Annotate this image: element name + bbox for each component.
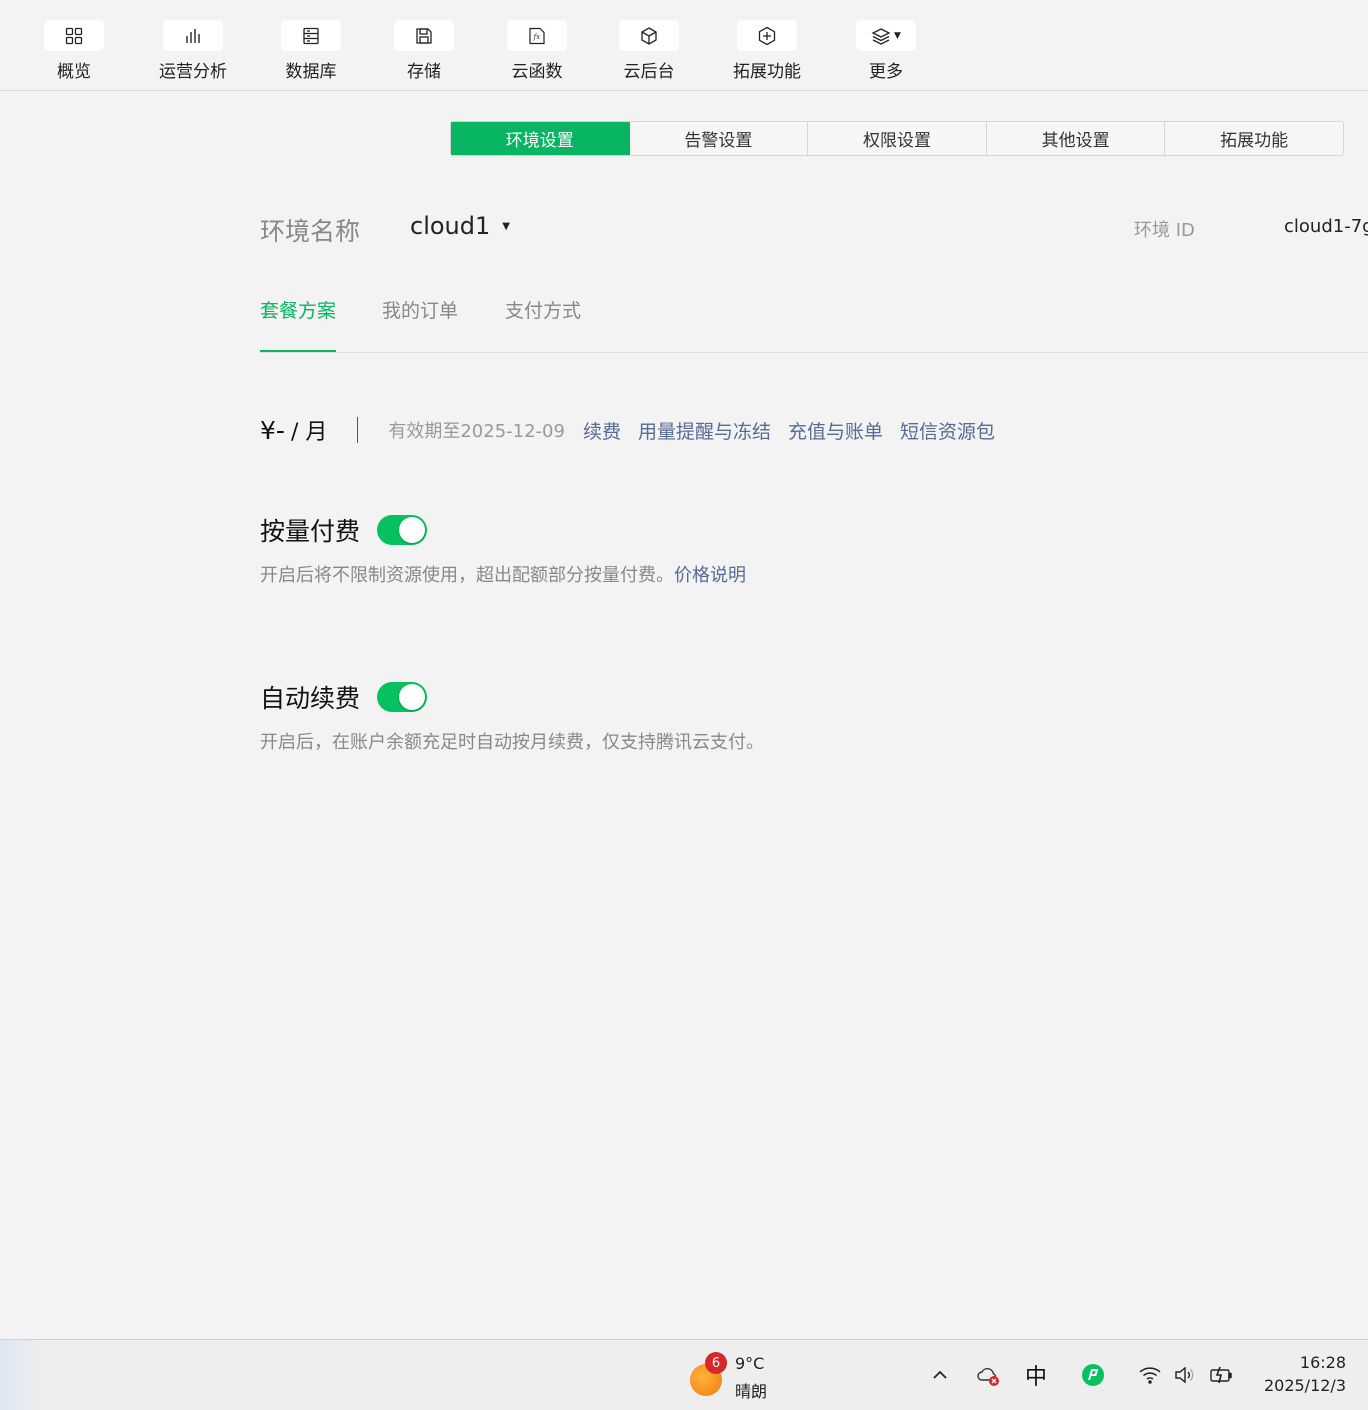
taskbar: 6 9°C 晴朗 中 16:28 2025/12/3 [0,1339,1368,1410]
tab-environment-settings[interactable]: 环境设置 [451,122,630,155]
wifi-icon[interactable] [1136,1360,1164,1390]
toolbar-database[interactable]: 数据库 [261,20,361,82]
pay-as-you-go-title: 按量付费 [260,517,361,546]
subtab-plan[interactable]: 套餐方案 [260,296,337,352]
settings-tabs: 环境设置 告警设置 权限设置 其他设置 拓展功能 [450,121,1344,156]
toolbar-label: 拓展功能 [733,62,801,82]
clock-time: 16:28 [1299,1353,1346,1372]
pay-as-you-go-toggle[interactable] [377,515,427,545]
tab-permission-settings[interactable]: 权限设置 [808,122,987,155]
toolbar-label: 数据库 [285,62,337,82]
toolbar-cloud-function[interactable]: fx 云函数 [487,20,587,82]
bar-chart-icon [163,20,223,51]
sms-package-link[interactable]: 短信资源包 [900,417,995,444]
tab-extensions[interactable]: 拓展功能 [1165,122,1343,155]
svg-text:fx: fx [533,33,541,41]
top-toolbar: 概览 运营分析 数据库 存储 fx 云函数 云后台 拓展功能 ▼ 更多 [0,0,1368,91]
function-icon: fx [507,20,567,51]
divider [357,417,359,443]
save-icon [394,20,454,51]
plan-row: ¥- / 月 有效期至2025-12-09 续费 用量提醒与冻结 充值与账单 短… [260,413,1012,447]
layers-icon: ▼ [856,20,916,51]
app-tray-icon[interactable] [1078,1360,1108,1390]
toolbar-analytics[interactable]: 运营分析 [143,20,243,82]
subtab-payment-methods[interactable]: 支付方式 [505,296,581,352]
auto-renew-desc: 开启后，在账户余额充足时自动按月续费，仅支持腾讯云支付。 [260,732,764,753]
toolbar-more[interactable]: ▼ 更多 [836,20,936,82]
ime-indicator[interactable]: 中 [1020,1360,1052,1390]
toolbar-cloud-backend[interactable]: 云后台 [599,20,699,82]
volume-icon[interactable] [1170,1360,1198,1390]
env-id-label: 环境 ID [1134,220,1195,241]
toolbar-overview[interactable]: 概览 [24,20,124,82]
database-icon [281,20,341,51]
cube-icon [619,20,679,51]
toolbar-label: 运营分析 [159,62,227,82]
plan-unit: / 月 [290,420,328,445]
auto-renew-title: 自动续费 [260,684,361,713]
env-name-value: cloud1 [410,212,491,240]
taskbar-start-area [0,1340,44,1410]
weather-widget[interactable]: 6 9°C 晴朗 [690,1352,780,1401]
pricing-info-link[interactable]: 价格说明 [674,565,746,586]
toggle-knob [399,517,425,543]
billing-subtabs: 套餐方案 我的订单 支付方式 [260,296,1368,353]
caret-down-icon: ▼ [502,220,510,232]
usage-alert-link[interactable]: 用量提醒与冻结 [638,417,771,444]
weather-temperature: 9°C [735,1354,765,1373]
tab-alert-settings[interactable]: 告警设置 [630,122,809,155]
cloud-error-icon[interactable] [972,1360,1004,1390]
weather-badge: 6 [705,1352,727,1374]
toolbar-storage[interactable]: 存储 [374,20,474,82]
tab-other-settings[interactable]: 其他设置 [987,122,1166,155]
pay-as-you-go-desc: 开启后将不限制资源使用，超出配额部分按量付费。价格说明 [260,561,746,587]
clock-date: 2025/12/3 [1263,1376,1346,1395]
plan-price: ¥- [260,415,285,445]
pay-as-you-go-desc-text: 开启后将不限制资源使用，超出配额部分按量付费。 [260,565,674,586]
renew-link[interactable]: 续费 [583,417,621,444]
toolbar-label: 存储 [407,62,441,82]
plan-validity: 有效期至2025-12-09 [388,421,565,442]
plus-hexagon-icon [737,20,797,51]
auto-renew-toggle[interactable] [377,682,427,712]
grid-icon [44,20,104,51]
weather-description: 晴朗 [735,1382,768,1401]
battery-charging-icon[interactable] [1206,1360,1236,1390]
toolbar-label: 云后台 [623,62,675,82]
toolbar-label: 云函数 [511,62,563,82]
toolbar-label: 概览 [57,62,91,82]
chevron-up-icon[interactable] [926,1360,954,1390]
chevron-down-icon: ▼ [894,30,901,41]
env-selector[interactable]: cloud1 ▼ [410,212,510,240]
env-name-label: 环境名称 [260,217,361,246]
system-clock[interactable]: 16:28 2025/12/3 [1250,1353,1346,1395]
subtab-my-orders[interactable]: 我的订单 [382,296,458,352]
recharge-bill-link[interactable]: 充值与账单 [788,417,883,444]
env-id-value: cloud1-7g [1284,216,1368,237]
toolbar-extensions[interactable]: 拓展功能 [717,20,817,82]
toolbar-label: 更多 [869,62,903,82]
toggle-knob [399,684,425,710]
